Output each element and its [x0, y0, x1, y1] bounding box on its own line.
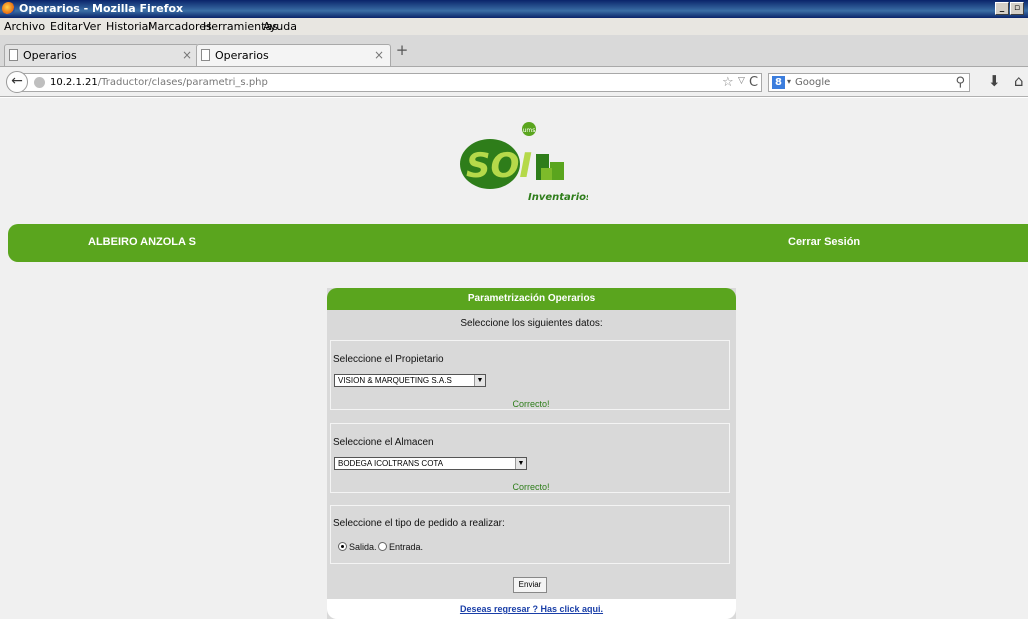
entrada-radio[interactable] [378, 542, 387, 551]
form-title: Parametrización Operarios [327, 288, 736, 310]
menu-bar: Archivo Editar Ver Historial Marcadores … [0, 18, 1028, 35]
header-band: ALBEIRO ANZOLA S Cerrar Sesión [8, 224, 1028, 262]
back-button[interactable]: ← [6, 71, 28, 93]
chevron-down-icon[interactable]: ▾ [787, 77, 791, 86]
logout-link[interactable]: Cerrar Sesión [788, 236, 860, 248]
restore-button[interactable]: ▫ [1010, 2, 1024, 15]
navigation-bar: 10.2.1.21/Traductor/clases/parametri_s.p… [0, 67, 1028, 97]
home-icon[interactable]: ⌂ [1014, 72, 1024, 90]
bookmark-star-icon[interactable]: ☆ [722, 75, 734, 90]
tab-bar: Operarios × Operarios × [0, 35, 1028, 67]
propietario-value: VISION & MARQUETING S.A.S [338, 376, 452, 385]
page-icon [201, 49, 210, 61]
form-subtitle: Seleccione los siguientes datos: [460, 318, 603, 329]
entrada-label: Entrada. [389, 542, 424, 552]
almacen-status: Correcto! [512, 482, 550, 492]
page-content: ums SOI Inventarios ALBEIRO ANZOLA S Cer… [0, 98, 1028, 619]
form-footer: Deseas regresar ? Has click aqui. [327, 599, 736, 619]
propietario-section: Seleccione el Propietario VISION & MARQU… [330, 340, 730, 410]
salida-label: Salida. [349, 542, 377, 552]
search-icon[interactable]: ⚲ [955, 75, 965, 90]
propietario-select[interactable]: VISION & MARQUETING S.A.S ▼ [334, 374, 486, 387]
tipo-pedido-section: Seleccione el tipo de pedido a realizar:… [330, 505, 730, 564]
menu-ver[interactable]: Ver [83, 20, 101, 33]
salida-radio[interactable] [338, 542, 347, 551]
almacen-select[interactable]: BODEGA ICOLTRANS COTA ▼ [334, 457, 527, 470]
chevron-down-icon[interactable]: ▼ [474, 375, 485, 386]
menu-editar[interactable]: Editar [50, 20, 83, 33]
form-panel: Parametrización Operarios Seleccione los… [327, 288, 736, 619]
new-tab-button[interactable]: + [393, 42, 411, 60]
tab-label: Operarios [215, 49, 269, 62]
url-path: /Traductor/clases/parametri_s.php [97, 77, 268, 88]
soi-logo: ums SOI Inventarios [460, 122, 588, 203]
menu-ayuda[interactable]: Ayuda [263, 20, 297, 33]
tab-label: Operarios [23, 49, 77, 62]
close-icon[interactable]: × [182, 48, 192, 62]
user-name: ALBEIRO ANZOLA S [88, 236, 196, 248]
reload-icon[interactable]: C [749, 75, 758, 90]
logo-subtitle: Inventarios [528, 192, 588, 203]
tab-operarios-1[interactable]: Operarios × [4, 44, 199, 66]
propietario-label: Seleccione el Propietario [333, 354, 444, 365]
search-placeholder: Google [795, 77, 831, 88]
menu-archivo[interactable]: Archivo [4, 20, 45, 33]
page-icon [9, 49, 18, 61]
firefox-icon [2, 2, 15, 15]
almacen-label: Seleccione el Almacen [333, 437, 434, 448]
menu-historial[interactable]: Historial [106, 20, 151, 33]
minimize-button[interactable]: _ [995, 2, 1009, 15]
globe-icon [34, 77, 45, 88]
chevron-down-icon[interactable]: ▼ [515, 458, 526, 469]
back-link[interactable]: Deseas regresar ? Has click aqui. [327, 604, 736, 614]
window-title: Operarios - Mozilla Firefox [19, 2, 184, 15]
close-icon[interactable]: × [374, 48, 384, 62]
propietario-status: Correcto! [512, 399, 550, 409]
chevron-down-icon[interactable]: ▽ [738, 76, 745, 86]
almacen-value: BODEGA ICOLTRANS COTA [338, 459, 444, 468]
tab-operarios-2[interactable]: Operarios × [196, 44, 391, 66]
url-host: 10.2.1.21 [50, 77, 98, 88]
url-text: 10.2.1.21/Traductor/clases/parametri_s.p… [50, 77, 268, 88]
google-icon[interactable]: 8 [772, 76, 785, 89]
logo-badge: ums [523, 127, 536, 134]
window-title-bar: Operarios - Mozilla Firefox _ ▫ [0, 0, 1028, 18]
download-icon[interactable]: ⬇ [988, 72, 1001, 90]
almacen-section: Seleccione el Almacen BODEGA ICOLTRANS C… [330, 423, 730, 493]
url-bar[interactable]: 10.2.1.21/Traductor/clases/parametri_s.p… [22, 73, 762, 92]
search-bar[interactable]: 8 ▾ Google ⚲ [768, 73, 970, 92]
logo-text: SOI [466, 146, 532, 186]
enviar-button[interactable]: Enviar [513, 577, 547, 593]
tipo-pedido-label: Seleccione el tipo de pedido a realizar: [333, 518, 505, 529]
